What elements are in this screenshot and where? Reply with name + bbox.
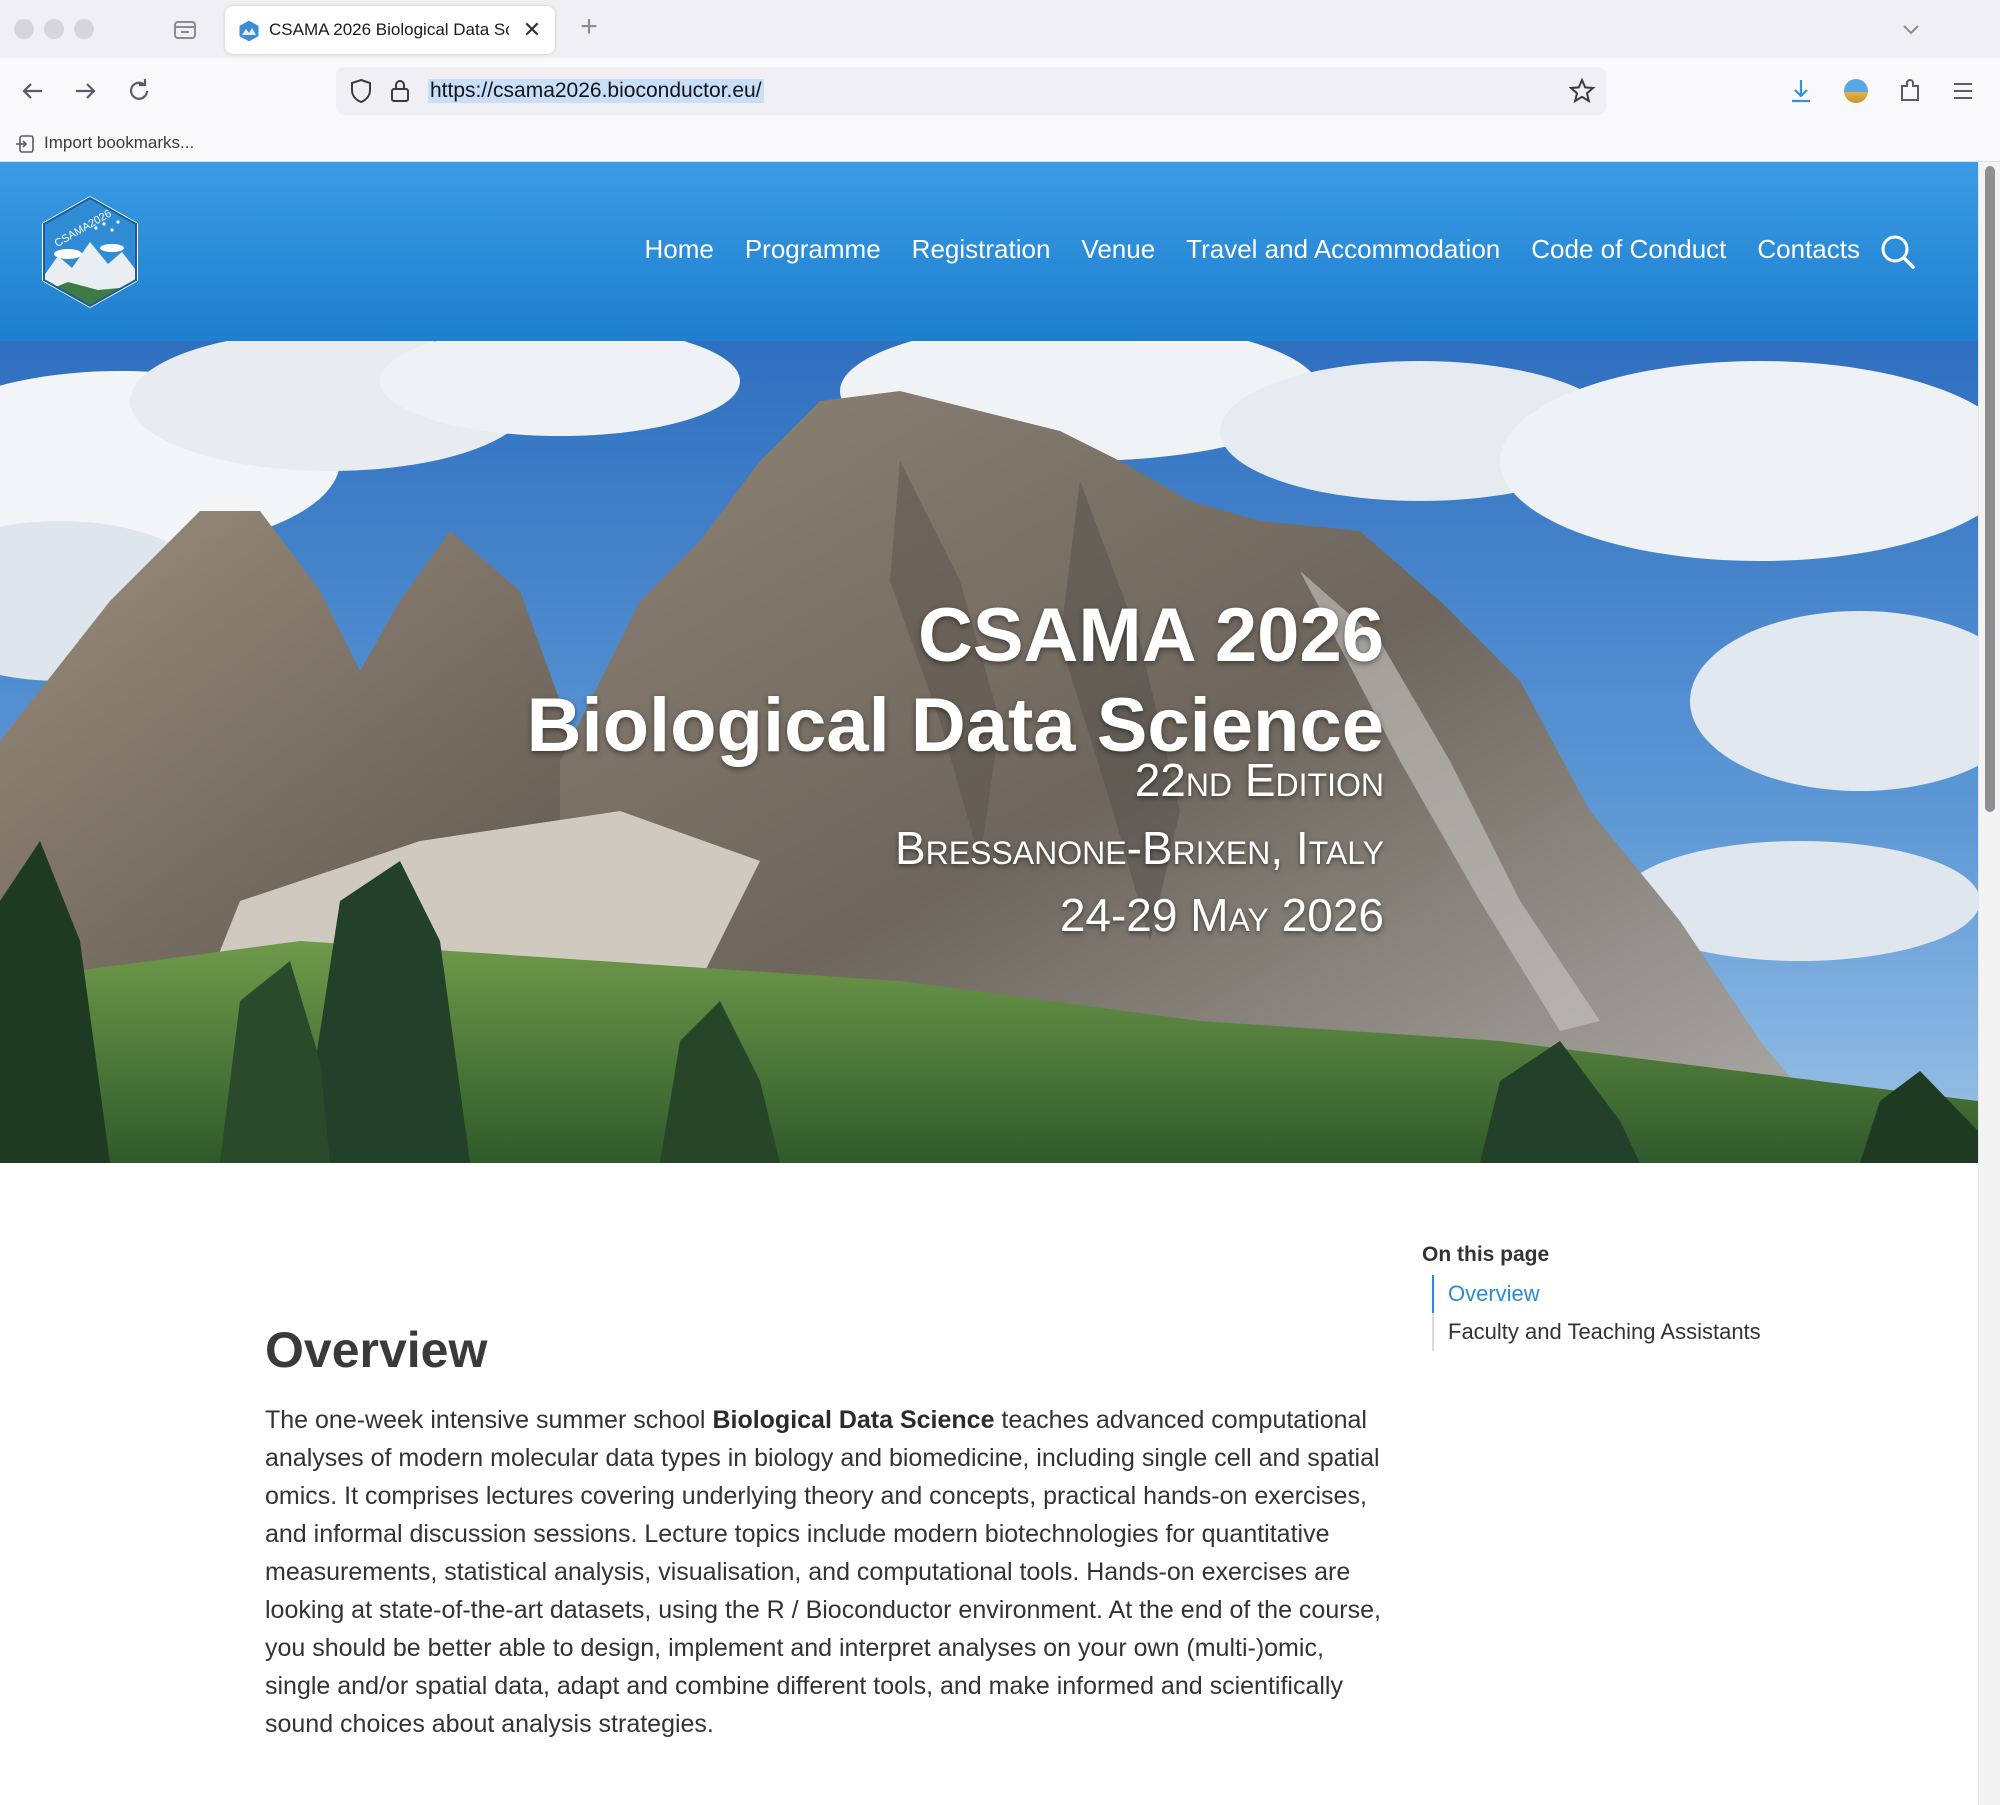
overview-text-start: The one-week intensive summer school — [265, 1406, 713, 1434]
back-arrow-icon[interactable] — [16, 74, 50, 108]
hero-dates: 24-29 May 2026 — [1059, 889, 1384, 941]
toc-item-faculty[interactable]: Faculty and Teaching Assistants — [1448, 1319, 1761, 1345]
browser-toolbar: https://csama2026.bioconductor.eu/ — [0, 58, 2000, 124]
nav-registration[interactable]: Registration — [912, 234, 1051, 265]
bookmark-star-icon[interactable] — [1568, 77, 1596, 105]
nav-programme[interactable]: Programme — [745, 234, 881, 265]
tab-title: CSAMA 2026 Biological Data Sc — [269, 20, 509, 39]
extensions-icon[interactable] — [1893, 74, 1927, 108]
main-navigation: Home Programme Registration Venue Travel… — [613, 234, 1860, 265]
browser-tab-strip: CSAMA 2026 Biological Data Sc ✕ + — [0, 0, 2000, 58]
tab-list-icon[interactable] — [170, 14, 200, 44]
account-avatar-icon[interactable] — [1839, 74, 1873, 108]
page-viewport: CSAMA2026 Home Programme Registration Ve… — [0, 162, 1978, 1805]
bookmarks-toolbar: Import bookmarks... — [0, 124, 2000, 162]
nav-venue[interactable]: Venue — [1081, 234, 1155, 265]
overview-text-rest: teaches advanced computational analyses … — [265, 1406, 1381, 1738]
new-tab-icon[interactable]: + — [574, 12, 604, 42]
chevron-down-icon[interactable] — [1896, 14, 1926, 44]
search-icon[interactable] — [1878, 232, 1918, 272]
window-close-button[interactable] — [14, 19, 34, 39]
forward-arrow-icon[interactable] — [68, 74, 102, 108]
overview-text-bold: Biological Data Science — [712, 1406, 995, 1434]
hero-location: Bressanone-Brixen, Italy — [894, 822, 1384, 874]
hamburger-menu-icon[interactable] — [1946, 74, 1980, 108]
toc-item-overview[interactable]: Overview — [1448, 1281, 1540, 1307]
scrollbar-thumb[interactable] — [1985, 166, 1995, 812]
hero-banner: CSAMA 2026 Biological Data Science 22nd … — [0, 341, 1978, 1163]
window-zoom-button[interactable] — [74, 19, 94, 39]
main-content: Overview The one-week intensive summer s… — [0, 1163, 1978, 1805]
page-scrollbar[interactable] — [1978, 162, 2000, 1805]
nav-contacts[interactable]: Contacts — [1757, 234, 1860, 265]
import-icon — [16, 135, 34, 153]
window-minimize-button[interactable] — [44, 19, 64, 39]
url-bar[interactable]: https://csama2026.bioconductor.eu/ — [336, 67, 1606, 115]
hero-title-line1: CSAMA 2026 — [917, 593, 1384, 678]
csama-favicon-icon — [238, 19, 260, 43]
nav-code-of-conduct[interactable]: Code of Conduct — [1531, 234, 1726, 265]
lock-icon[interactable] — [388, 77, 412, 105]
overview-heading: Overview — [265, 1322, 488, 1378]
toc-active-indicator — [1432, 1275, 1434, 1313]
reload-icon[interactable] — [122, 74, 156, 108]
active-tab[interactable]: CSAMA 2026 Biological Data Sc ✕ — [225, 6, 555, 54]
csama-logo-icon[interactable]: CSAMA2026 — [38, 194, 142, 310]
hero-edition: 22nd Edition — [1134, 754, 1384, 806]
import-bookmarks-link[interactable]: Import bookmarks... — [44, 133, 194, 153]
toc-heading: On this page — [1422, 1243, 1550, 1266]
url-text[interactable]: https://csama2026.bioconductor.eu/ — [428, 79, 764, 103]
site-header: CSAMA2026 Home Programme Registration Ve… — [0, 162, 1978, 341]
nav-home[interactable]: Home — [644, 234, 713, 265]
overview-paragraph: The one-week intensive summer school Bio… — [265, 1401, 1395, 1743]
tab-close-icon[interactable]: ✕ — [519, 17, 545, 43]
downloads-icon[interactable] — [1784, 74, 1818, 108]
tracking-shield-icon[interactable] — [348, 77, 374, 105]
hero-title: CSAMA 2026 Biological Data Science — [527, 591, 1384, 771]
nav-travel-and-accommodation[interactable]: Travel and Accommodation — [1186, 234, 1500, 265]
